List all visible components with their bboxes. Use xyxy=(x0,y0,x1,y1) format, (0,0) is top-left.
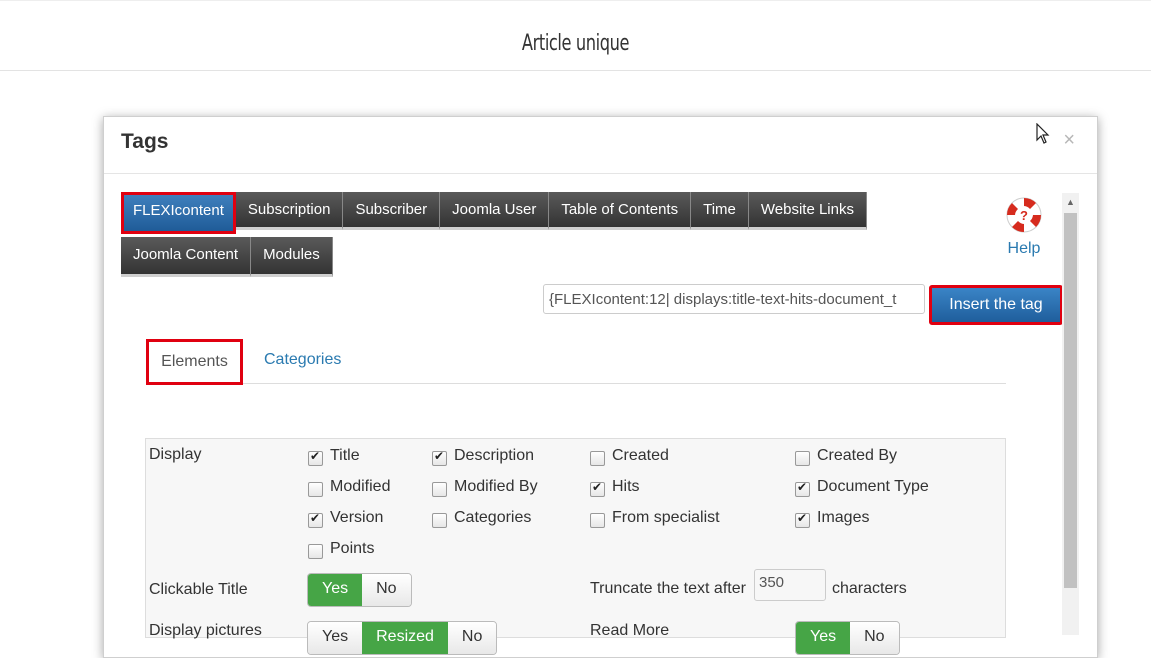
read-more-toggle: Yes No xyxy=(795,621,900,655)
plugin-tabs-row1: FLEXIcontent Subscription Subscriber Joo… xyxy=(121,192,867,234)
tab-subscriber[interactable]: Subscriber xyxy=(343,192,441,230)
checkbox-label: Description xyxy=(454,447,535,464)
plugin-tabs-row2: Joomla Content Modules xyxy=(121,237,333,277)
tab-table-of-contents[interactable]: Table of Contents xyxy=(549,192,692,230)
tab-joomla-user[interactable]: Joomla User xyxy=(440,192,550,230)
checkbox-label: Categories xyxy=(454,509,532,526)
truncate-input[interactable]: 350 xyxy=(754,569,826,601)
read-more-yes[interactable]: Yes xyxy=(796,622,851,654)
checkbox-label: Modified xyxy=(330,478,391,495)
checkbox-from-specialist[interactable] xyxy=(590,513,605,528)
modal-scrollbar[interactable]: ▲ xyxy=(1062,193,1079,635)
clickable-title-toggle: Yes No xyxy=(307,573,412,607)
checkbox-categories[interactable] xyxy=(432,513,447,528)
tab-subscription[interactable]: Subscription xyxy=(235,192,344,230)
tab-flexicontent[interactable]: FLEXIcontent xyxy=(121,192,236,234)
subtab-elements[interactable]: Elements xyxy=(146,339,243,385)
lifebuoy-icon: ? xyxy=(1006,197,1042,233)
close-icon[interactable]: × xyxy=(1063,129,1075,152)
modal-header: Tags × xyxy=(104,117,1097,174)
page-header: Article unique xyxy=(0,0,1151,71)
checkbox-label: Created xyxy=(612,447,669,464)
clickable-title-yes[interactable]: Yes xyxy=(308,574,363,606)
page-title: Article unique xyxy=(521,31,630,56)
insert-tag-button[interactable]: Insert the tag xyxy=(929,285,1063,325)
display-pictures-toggle: Yes Resized No xyxy=(307,621,498,655)
checkbox-modified[interactable] xyxy=(308,482,323,497)
checkbox-hits[interactable] xyxy=(590,480,605,497)
checkbox-images[interactable] xyxy=(795,511,810,528)
checkbox-description[interactable] xyxy=(432,449,447,466)
checkbox-label: From specialist xyxy=(612,509,720,526)
element-subtabs: Elements Categories xyxy=(146,339,1006,385)
display-pictures-no[interactable]: No xyxy=(447,622,497,654)
checkbox-points[interactable] xyxy=(308,544,323,559)
display-pictures-yes[interactable]: Yes xyxy=(308,622,363,654)
tab-website-links[interactable]: Website Links xyxy=(748,192,867,230)
svg-text:?: ? xyxy=(1020,208,1028,223)
checkbox-label: Points xyxy=(330,540,375,557)
display-label: Display xyxy=(149,446,202,463)
checkbox-label: Title xyxy=(330,447,360,464)
checkbox-created-by[interactable] xyxy=(795,451,810,466)
tab-time[interactable]: Time xyxy=(691,192,749,230)
tab-modules[interactable]: Modules xyxy=(251,237,333,277)
subtab-categories[interactable]: Categories xyxy=(264,351,341,369)
scroll-thumb[interactable] xyxy=(1064,213,1077,588)
truncate-label: Truncate the text after xyxy=(590,580,746,597)
checkbox-label: Images xyxy=(817,509,870,526)
checkbox-created[interactable] xyxy=(590,451,605,466)
tag-code-input[interactable]: {FLEXIcontent:12| displays:title-text-hi… xyxy=(543,284,925,314)
read-more-label: Read More xyxy=(590,622,670,639)
checkbox-label: Hits xyxy=(612,478,640,495)
checkbox-label: Document Type xyxy=(817,478,929,495)
help-button[interactable]: ? Help xyxy=(1003,195,1045,258)
checkbox-version[interactable] xyxy=(308,511,323,528)
display-pictures-label: Display pictures xyxy=(149,622,262,639)
checkbox-label: Created By xyxy=(817,447,898,464)
modal-title: Tags xyxy=(121,130,169,153)
display-pictures-resized[interactable]: Resized xyxy=(362,622,448,654)
checkbox-title[interactable] xyxy=(308,449,323,466)
help-label: Help xyxy=(1007,240,1041,257)
tab-joomla-content[interactable]: Joomla Content xyxy=(121,237,252,277)
scroll-up-icon[interactable]: ▲ xyxy=(1062,197,1079,207)
options-panel xyxy=(145,438,1006,638)
checkbox-label: Version xyxy=(330,509,384,526)
truncate-suffix: characters xyxy=(832,580,907,597)
checkbox-label: Modified By xyxy=(454,478,538,495)
clickable-title-no[interactable]: No xyxy=(362,574,411,606)
read-more-no[interactable]: No xyxy=(850,622,899,654)
checkbox-modified-by[interactable] xyxy=(432,482,447,497)
clickable-title-label: Clickable Title xyxy=(149,581,248,598)
mouse-cursor-icon xyxy=(1036,123,1050,144)
checkbox-document-type[interactable] xyxy=(795,480,810,497)
